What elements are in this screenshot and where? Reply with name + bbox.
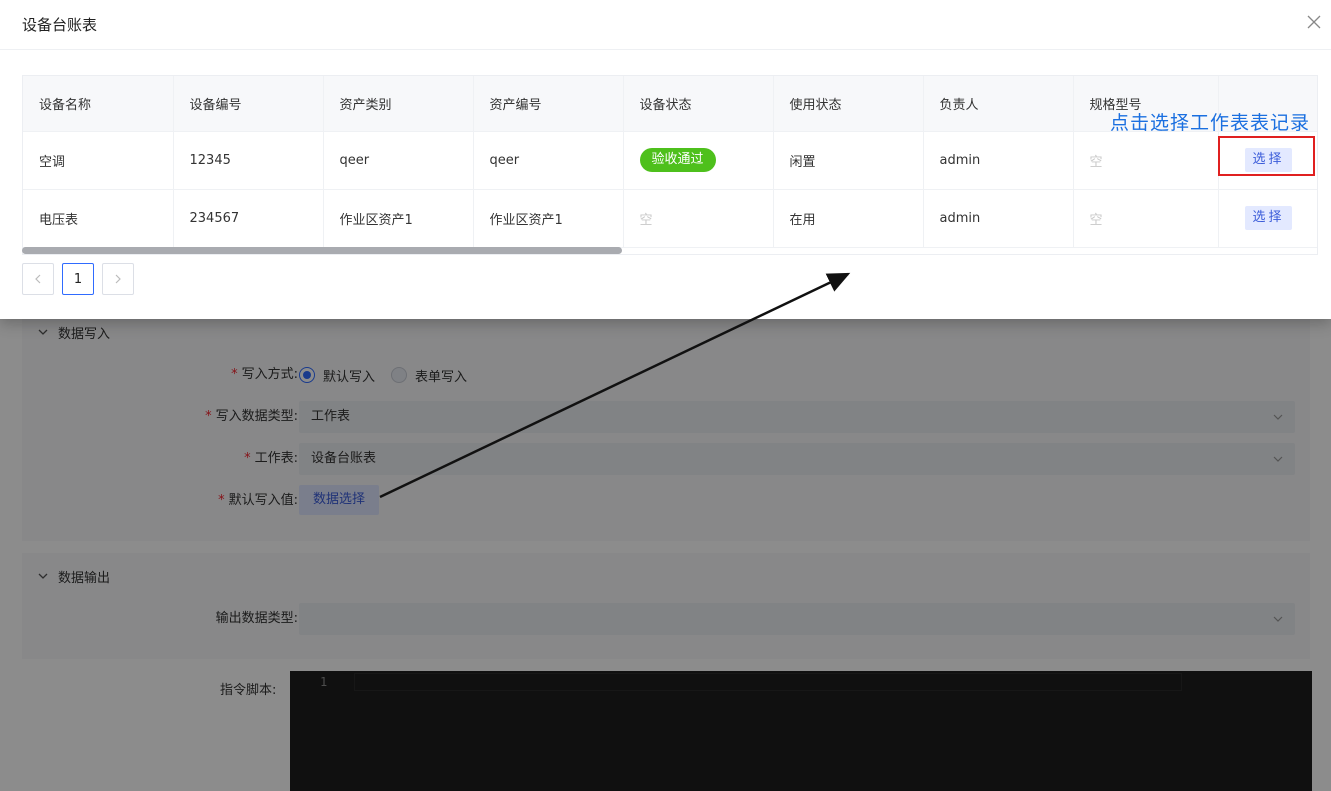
- annotation-arrow: [379, 272, 851, 499]
